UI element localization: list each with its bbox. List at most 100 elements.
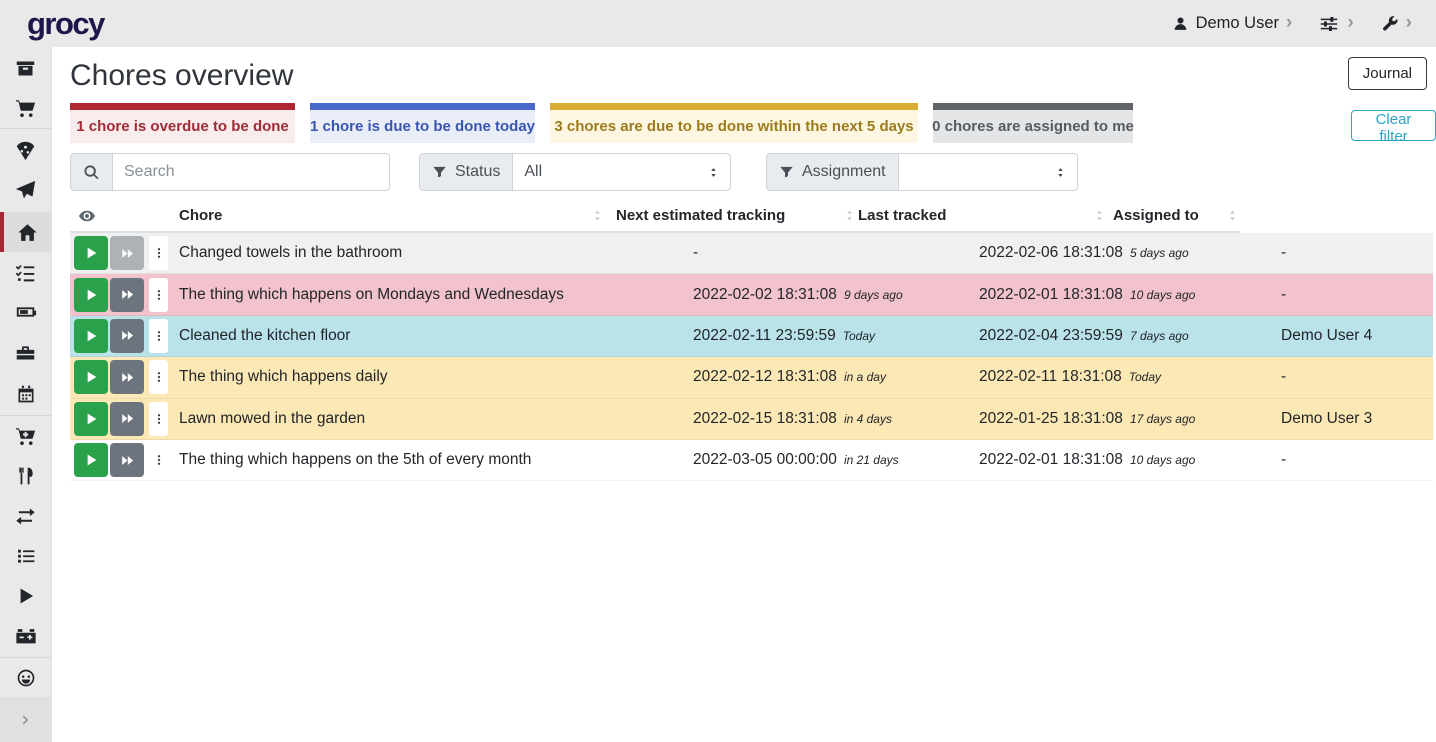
more-actions-button[interactable] xyxy=(149,402,168,436)
last-tracked-relative: 17 days ago xyxy=(1130,412,1195,426)
next-tracking-relative: in 4 days xyxy=(844,412,892,426)
chore-name: Lawn mowed in the garden xyxy=(179,410,693,428)
toolbox-icon xyxy=(15,342,36,363)
app-logo[interactable]: grocy xyxy=(27,6,104,42)
skip-chore-button[interactable] xyxy=(110,402,144,436)
sidebar-item-transfer[interactable] xyxy=(0,496,51,536)
chevron-right-icon: › xyxy=(1406,13,1412,32)
last-tracked-value: 2022-02-04 23:59:59 xyxy=(979,327,1123,345)
status-filter-label: Status xyxy=(455,163,500,181)
next-tracking-value: - xyxy=(693,244,698,262)
more-actions-button[interactable] xyxy=(149,360,168,394)
assigned-to-value: Demo User 4 xyxy=(1281,327,1433,345)
sort-icon[interactable] xyxy=(591,208,604,223)
smiley-icon xyxy=(16,668,36,688)
sort-icon[interactable] xyxy=(1226,208,1239,223)
sort-icon[interactable] xyxy=(1093,208,1106,223)
sidebar-item-shopping-list[interactable] xyxy=(0,88,51,128)
wrench-icon xyxy=(1380,14,1399,33)
assigned-to-value: - xyxy=(1281,244,1433,262)
last-tracked-value: 2022-02-01 18:31:08 xyxy=(979,286,1123,304)
settings-menu[interactable]: › xyxy=(1318,13,1353,35)
assignment-select[interactable] xyxy=(898,153,1078,191)
sidebar-item-chores-overview[interactable] xyxy=(0,212,51,252)
assigned-to-value: Demo User 3 xyxy=(1281,410,1433,428)
box-icon xyxy=(15,58,36,79)
track-chore-button[interactable] xyxy=(74,443,108,477)
column-header-chore[interactable]: Chore xyxy=(179,200,222,231)
banner-overdue[interactable]: 1 chore is overdue to be done xyxy=(70,103,295,143)
next-tracking-relative: 9 days ago xyxy=(844,288,903,302)
sidebar-item-purchase[interactable] xyxy=(0,416,51,456)
skip-chore-button[interactable] xyxy=(110,443,144,477)
track-chore-button[interactable] xyxy=(74,278,108,312)
more-actions-button[interactable] xyxy=(149,278,168,312)
clear-filter-button[interactable]: Clear filter xyxy=(1351,110,1436,141)
status-select[interactable]: All xyxy=(512,153,731,191)
last-tracked-value: 2022-02-11 18:31:08 xyxy=(979,368,1122,386)
sidebar-item-equipment[interactable] xyxy=(0,332,51,372)
status-filter-group: Status All xyxy=(419,153,731,191)
search-input[interactable] xyxy=(112,153,390,191)
assignment-filter-label: Assignment xyxy=(802,163,886,181)
track-chore-button[interactable] xyxy=(74,319,108,353)
table-row: The thing which happens on the 5th of ev… xyxy=(70,440,1433,481)
sidebar-item-battery-tracking[interactable] xyxy=(0,616,51,656)
track-chore-button[interactable] xyxy=(74,360,108,394)
status-select-value: All xyxy=(524,163,542,181)
skip-chore-button[interactable] xyxy=(110,319,144,353)
sidebar-item-meal-plan[interactable] xyxy=(0,170,51,210)
pizza-slice-icon xyxy=(15,140,36,161)
track-chore-button[interactable] xyxy=(74,402,108,436)
last-tracked-value: 2022-02-06 18:31:08 xyxy=(979,244,1123,262)
next-tracking-value: 2022-02-11 23:59:59 xyxy=(693,327,836,345)
sidebar-item-consume[interactable] xyxy=(0,456,51,496)
paper-plane-icon xyxy=(15,180,36,201)
topbar: grocy Demo User › › › xyxy=(0,0,1436,47)
more-actions-button[interactable] xyxy=(149,443,168,477)
next-tracking-value: 2022-03-05 00:00:00 xyxy=(693,451,837,469)
more-actions-button[interactable] xyxy=(149,319,168,353)
select-arrows-icon xyxy=(708,165,719,180)
shopping-cart-icon xyxy=(15,98,36,119)
table-row: Changed towels in the bathroom - 2022-02… xyxy=(70,233,1433,274)
sidebar-item-user[interactable] xyxy=(0,658,51,698)
sidebar-item-batteries[interactable] xyxy=(0,292,51,332)
utensils-icon xyxy=(16,466,36,486)
sidebar-collapse-toggle[interactable] xyxy=(0,697,51,742)
banner-due-today[interactable]: 1 chore is due to be done today xyxy=(310,103,535,143)
user-menu[interactable]: Demo User › xyxy=(1172,14,1293,33)
column-header-last-tracked[interactable]: Last tracked xyxy=(858,200,946,231)
last-tracked-value: 2022-02-01 18:31:08 xyxy=(979,451,1123,469)
table-row: The thing which happens daily 2022-02-12… xyxy=(70,357,1433,398)
admin-menu[interactable]: › xyxy=(1380,14,1412,33)
sidebar-item-chore-tracking[interactable] xyxy=(0,576,51,616)
sidebar-item-recipes[interactable] xyxy=(0,130,51,170)
more-actions-button[interactable] xyxy=(149,236,168,270)
column-header-next-tracking[interactable]: Next estimated tracking xyxy=(616,200,785,231)
chore-name: The thing which happens daily xyxy=(179,368,693,386)
cart-plus-icon xyxy=(15,426,36,447)
table-header: Chore Next estimated tracking Last track… xyxy=(70,200,1240,233)
journal-button[interactable]: Journal xyxy=(1348,57,1427,90)
select-arrows-icon xyxy=(1055,165,1066,180)
assigned-to-value: - xyxy=(1281,286,1433,304)
track-chore-button[interactable] xyxy=(74,236,108,270)
battery-icon xyxy=(15,301,37,323)
sort-icon[interactable] xyxy=(843,208,856,223)
sidebar-item-stock[interactable] xyxy=(0,48,51,88)
banner-assigned-to-me[interactable]: 0 chores are assigned to me xyxy=(933,103,1133,143)
last-tracked-relative: 7 days ago xyxy=(1130,329,1189,343)
sidebar-item-tasks[interactable] xyxy=(0,252,51,292)
sidebar-item-inventory[interactable] xyxy=(0,536,51,576)
sidebar-item-calendar[interactable] xyxy=(0,374,51,414)
banner-due-soon[interactable]: 3 chores are due to be done within the n… xyxy=(550,103,918,143)
column-header-assigned-to[interactable]: Assigned to xyxy=(1113,200,1199,231)
skip-chore-button[interactable] xyxy=(110,360,144,394)
chore-name: The thing which happens on the 5th of ev… xyxy=(179,451,693,469)
last-tracked-relative: 10 days ago xyxy=(1130,453,1195,467)
skip-chore-button[interactable] xyxy=(110,278,144,312)
next-tracking-relative: in a day xyxy=(844,370,886,384)
assigned-to-value: - xyxy=(1281,368,1433,386)
table-row: The thing which happens on Mondays and W… xyxy=(70,274,1433,315)
